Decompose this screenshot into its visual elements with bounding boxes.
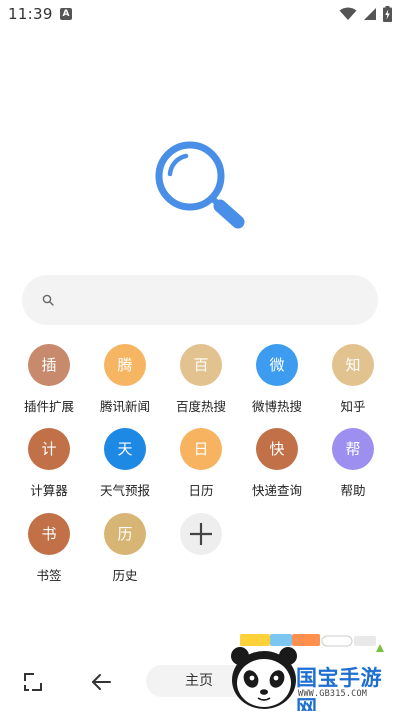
shortcut-label: 历史 [112, 568, 138, 583]
shortcut-express[interactable]: 快 快递查询 [239, 424, 315, 504]
wifi-icon [339, 7, 357, 20]
shortcut-plugin[interactable]: 插 插件扩展 [11, 340, 87, 420]
shortcut-label: 百度热搜 [175, 399, 226, 414]
baidu-hot-icon: 百 [180, 344, 222, 386]
shortcut-label: 知乎 [340, 399, 366, 414]
plugin-icon: 插 [28, 344, 70, 386]
shortcut-label: 腾讯新闻 [99, 399, 150, 414]
status-bar: 11:39 A [0, 0, 400, 30]
calendar-icon: 日 [180, 428, 222, 470]
shortcut-label: 计算器 [30, 483, 68, 498]
magnifier-logo-icon [155, 141, 245, 229]
shortcut-baidu-hot[interactable]: 百 百度热搜 [163, 340, 239, 420]
plus-icon [180, 513, 222, 555]
shortcut-label: 帮助 [340, 483, 366, 498]
search-input[interactable] [64, 287, 364, 313]
shortcut-weather[interactable]: 天 天气预报 [87, 424, 163, 504]
shortcut-label: 书签 [36, 568, 62, 583]
express-icon: 快 [256, 428, 298, 470]
shortcut-calculator[interactable]: 计 计算器 [11, 424, 87, 504]
watermark-name: 国宝手游网 [296, 666, 382, 711]
signal-icon [364, 8, 376, 20]
bookmark-icon: 书 [28, 513, 70, 555]
history-icon: 历 [104, 513, 146, 555]
zhihu-icon: 知 [332, 344, 374, 386]
shortcut-label: 天气预报 [99, 483, 150, 498]
weather-icon: 天 [104, 428, 146, 470]
status-time: 11:39 [8, 5, 53, 23]
shortcut-zhihu[interactable]: 知 知乎 [315, 340, 391, 420]
tabs-icon[interactable] [22, 671, 44, 693]
shortcut-label: 插件扩展 [23, 399, 74, 414]
calculator-icon: 计 [28, 428, 70, 470]
shortcut-label: 快递查询 [251, 483, 302, 498]
shortcut-help[interactable]: 帮 帮助 [315, 424, 391, 504]
shortcut-bookmark[interactable]: 书 书签 [11, 509, 87, 589]
tencent-news-icon: 腾 [104, 344, 146, 386]
watermark-url: WWW.GB315.COM [298, 689, 368, 699]
shortcut-weibo-hot[interactable]: 微 微博热搜 [239, 340, 315, 420]
battery-charging-icon [383, 6, 392, 22]
add-shortcut-button[interactable] [163, 509, 239, 589]
back-arrow-icon[interactable] [89, 670, 113, 694]
shortcut-label: 日历 [188, 483, 214, 498]
shortcut-calendar[interactable]: 日 日历 [163, 424, 239, 504]
notification-icon: A [60, 8, 72, 20]
site-watermark: 国宝手游网 WWW.GB315.COM [226, 632, 400, 711]
shortcut-label: 微博热搜 [251, 399, 302, 414]
search-bar[interactable] [22, 275, 378, 325]
search-icon [42, 294, 54, 306]
status-icons [339, 6, 392, 22]
help-icon: 帮 [332, 428, 374, 470]
weibo-hot-icon: 微 [256, 344, 298, 386]
shortcut-history[interactable]: 历 历史 [87, 509, 163, 589]
shortcut-tencent-news[interactable]: 腾 腾讯新闻 [87, 340, 163, 420]
